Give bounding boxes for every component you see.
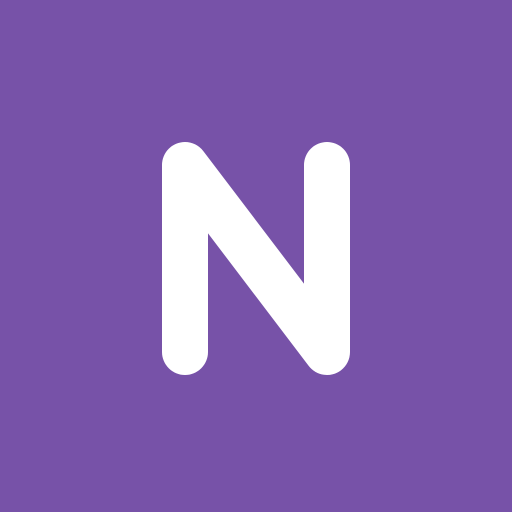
n-letter-icon <box>162 142 350 375</box>
app-icon: N <box>0 0 512 512</box>
